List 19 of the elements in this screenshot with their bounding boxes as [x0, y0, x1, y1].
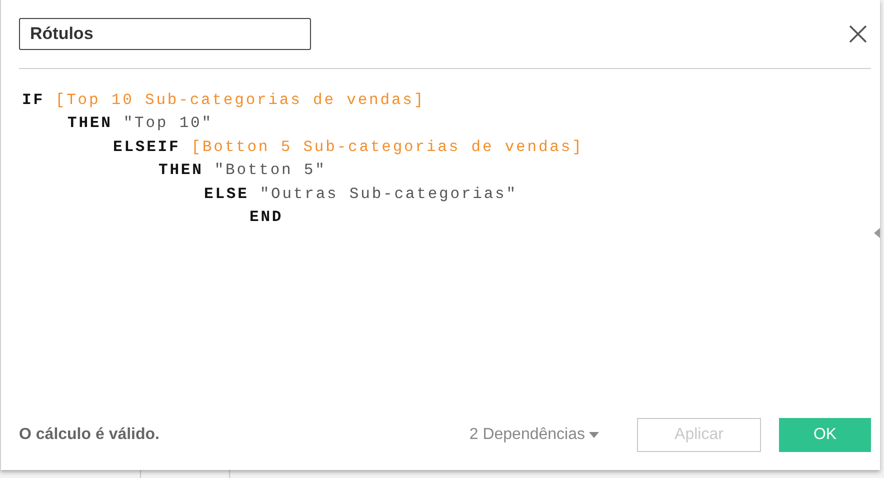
- code-keyword: ELSE: [204, 184, 249, 205]
- code-field-reference: [Top 10 Sub-categorias de vendas]: [55, 90, 426, 111]
- code-keyword: END: [250, 206, 284, 228]
- code-keyword: THEN: [158, 160, 204, 182]
- name-field[interactable]: Rótulos: [19, 18, 311, 50]
- code-string: "Top 10": [123, 113, 213, 134]
- status-text: O cálculo é válido.: [19, 426, 160, 444]
- code-keyword: IF: [22, 90, 44, 111]
- caret-icon: [589, 432, 599, 438]
- code-keyword: THEN: [68, 113, 112, 134]
- code-string: "Botton 5": [214, 160, 326, 182]
- code-field-reference: [Botton 5 Sub-categorias de vendas]: [191, 136, 584, 158]
- code-string: "Outras Sub-categorias": [260, 184, 518, 205]
- triangle-icon[interactable]: [874, 228, 880, 238]
- close-icon[interactable]: [849, 25, 867, 43]
- ok-button[interactable]: OK: [779, 418, 871, 452]
- code-keyword: ELSEIF: [113, 136, 180, 158]
- code-editor[interactable]: IF [Top 10 Sub-categorias de vendas] THEN "Top 10" ELSEIF [Botton 5 Sub-categorias de vendas] THEN "Botton 5" ELSE "Outras Sub-categorias" END: [19, 69, 871, 418]
- dependencies-dropdown[interactable]: 2 Dependências: [469, 426, 599, 444]
